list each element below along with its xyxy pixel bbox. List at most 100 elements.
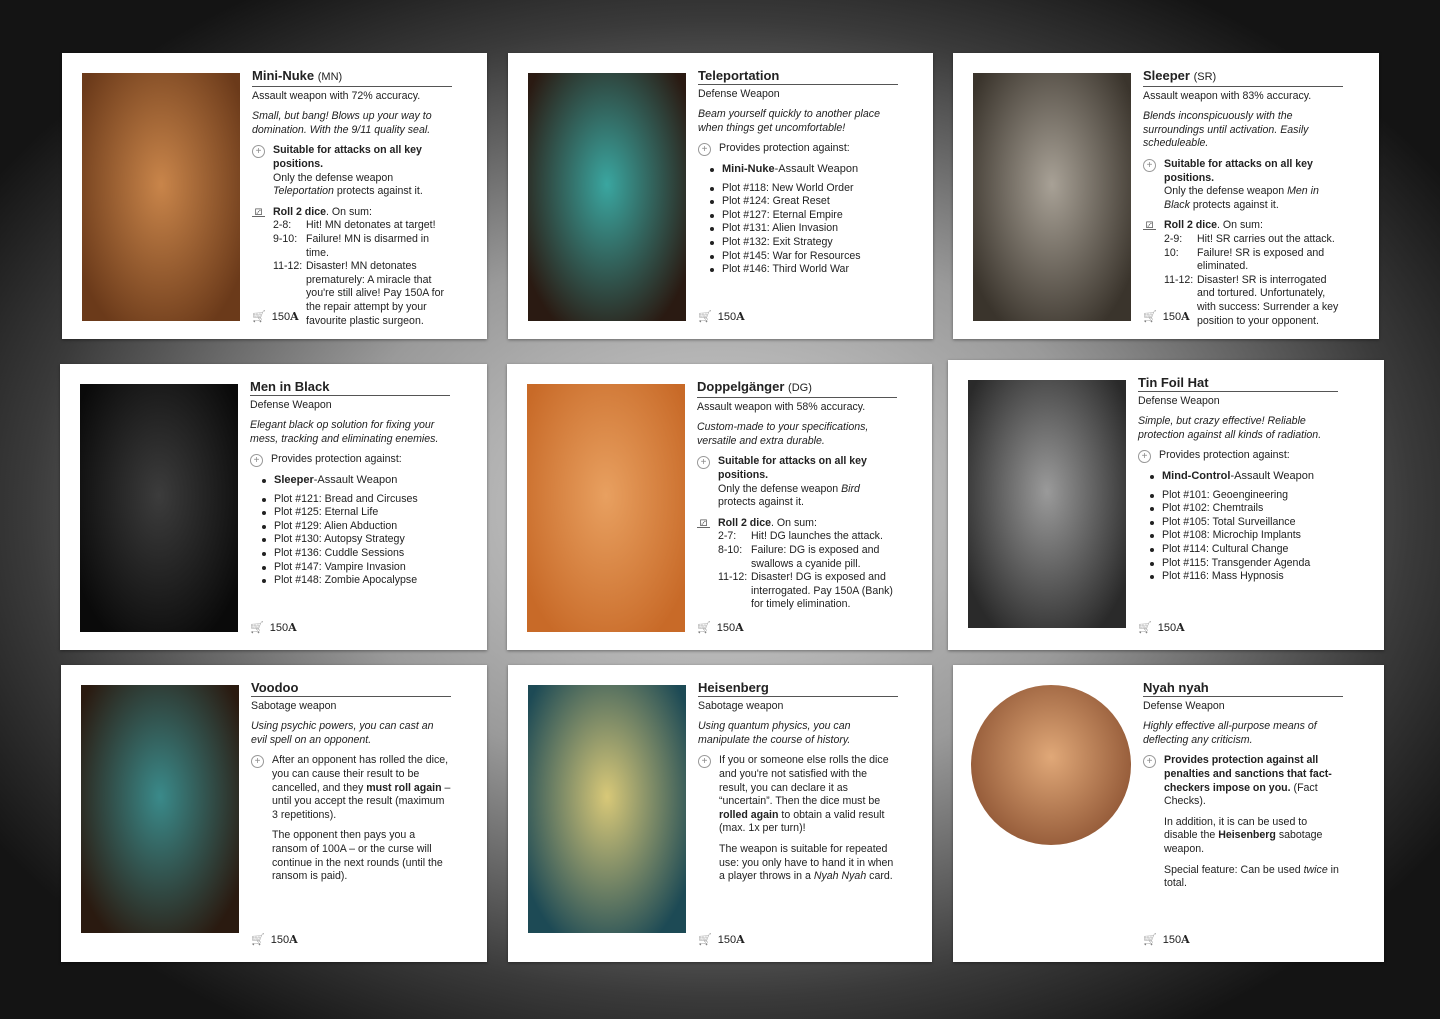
dice-icon: ⚂ xyxy=(252,207,265,217)
roll-range: 10: xyxy=(1164,246,1179,259)
roll-range: 9-10: xyxy=(273,232,298,245)
text-run: rolled again xyxy=(719,808,779,821)
card-text: Nyah nyah Defense Weapon Highly effective … xyxy=(1143,681,1343,898)
currency-symbol: A xyxy=(735,621,744,634)
text-run: Only the defense weapon xyxy=(718,482,842,495)
price-amount: 150 xyxy=(1157,622,1177,634)
attack-line: Only the defense weapon Bird protects ag… xyxy=(718,483,897,510)
card-title: Teleportation xyxy=(698,69,898,85)
card-title: Tin Foil Hat xyxy=(1138,376,1338,392)
text-run: Teleportation xyxy=(273,185,334,198)
plus-circle-icon: + xyxy=(252,145,265,159)
plus-circle-icon: + xyxy=(1138,450,1151,464)
protection-item: Plot #130: Autopsy Strategy xyxy=(262,533,450,547)
roll-outcome: 11-12: Disaster! DG is exposed and interr… xyxy=(718,571,897,612)
attack-line: Suitable for attacks on all key position… xyxy=(718,455,897,482)
protection-section: + Provides protection against: xyxy=(1138,449,1338,464)
attack-line: Suitable for attacks on all key position… xyxy=(1164,158,1343,185)
roll-outcome: 10: Failure! SR is exposed and eliminated… xyxy=(1164,247,1343,274)
effect-paragraph: After an opponent has rolled the dice, y… xyxy=(272,754,451,822)
cart-icon: 🛒 xyxy=(698,934,712,946)
text-run: The opponent then pays you a ransom of 1… xyxy=(272,829,443,883)
roll-outcome: 8-10: Failure: DG is exposed and swallows… xyxy=(718,544,897,571)
card-text: Teleportation Defense Weapon Beam yourself… xyxy=(698,69,898,277)
card-title: Men in Black xyxy=(250,380,450,396)
price-value: 150A xyxy=(272,310,299,323)
text-run: Suitable for attacks on all key position… xyxy=(1164,157,1313,184)
weapon-card[interactable]: Heisenberg Sabotage weapon Using quantum p… xyxy=(508,665,932,962)
weapon-card[interactable]: Men in Black Defense Weapon Elegant black … xyxy=(60,364,487,650)
effect-section: + Provides protection against all penalti… xyxy=(1143,754,1343,890)
card-title: Sleeper (SR) xyxy=(1143,69,1343,87)
protection-item: Plot #116: Mass Hypnosis xyxy=(1150,570,1338,584)
price-value: 150A xyxy=(271,933,298,946)
weapon-card[interactable]: Teleportation Defense Weapon Beam yourself… xyxy=(508,53,933,339)
weapon-card[interactable]: Mini-Nuke (MN) Assault weapon with 72% ac… xyxy=(62,53,487,339)
dice-icon: ⚂ xyxy=(697,518,710,528)
cart-icon: 🛒 xyxy=(251,934,265,946)
card-illustration xyxy=(528,685,686,933)
protection-item: Plot #145: War for Resources xyxy=(710,250,898,264)
attack-section: + Suitable for attacks on all key positio… xyxy=(697,455,897,509)
protection-item: Plot #127: Eternal Empire xyxy=(710,209,898,223)
protection-item: Plot #125: Eternal Life xyxy=(262,506,450,520)
card-illustration xyxy=(527,384,685,632)
attack-section: + Suitable for attacks on all key positio… xyxy=(252,144,452,198)
price-tag: 🛒 150A xyxy=(251,933,298,946)
text-run: card. xyxy=(866,870,893,883)
protection-item: Plot #132: Exit Strategy xyxy=(710,236,898,250)
card-text: Voodoo Sabotage weapon Using psychic power… xyxy=(251,681,451,891)
weapon-card[interactable]: Tin Foil Hat Defense Weapon Simple, but cr… xyxy=(948,360,1384,650)
weapon-type: Defense Weapon xyxy=(250,398,332,411)
effect-paragraph: The weapon is suitable for repeated use:… xyxy=(719,843,898,884)
price-amount: 150 xyxy=(717,311,737,323)
effect-paragraph: If you or someone else rolls the dice an… xyxy=(719,754,898,836)
roll-result: Failure! SR is exposed and eliminated. xyxy=(1197,246,1325,273)
effect-section: + After an opponent has rolled the dice, … xyxy=(251,754,451,883)
price-amount: 150 xyxy=(1162,934,1182,946)
attack-section: + Suitable for attacks on all key positio… xyxy=(1143,158,1343,212)
protection-item: Plot #101: Geoengineering xyxy=(1150,489,1338,503)
roll-lead: Roll 2 dice. On sum: xyxy=(273,206,452,220)
currency-symbol: A xyxy=(289,933,298,946)
roll-result: Hit! SR carries out the attack. xyxy=(1197,232,1335,245)
card-title: Doppelgänger (DG) xyxy=(697,380,897,398)
card-illustration xyxy=(971,685,1131,845)
protection-item: Plot #115: Transgender Agenda xyxy=(1150,557,1338,571)
dice-roll-section: ⚂ Roll 2 dice. On sum: 2-7: Hit! DG launche… xyxy=(697,517,897,612)
card-illustration xyxy=(80,384,238,632)
text-run: protects against it. xyxy=(718,496,804,509)
protection-item-primary: Sleeper-Assault Weapon xyxy=(262,474,450,488)
text-run: Roll 2 dice xyxy=(273,205,326,218)
price-amount: 150 xyxy=(717,934,737,946)
card-text: Tin Foil Hat Defense Weapon Simple, but cr… xyxy=(1138,376,1338,584)
text-run: Suitable for attacks on all key position… xyxy=(273,144,422,170)
price-value: 150A xyxy=(718,933,745,946)
weapon-type: Defense Weapon xyxy=(698,87,780,100)
card-illustration xyxy=(968,380,1126,628)
cart-icon: 🛒 xyxy=(252,311,266,323)
text-run: -Assault Weapon xyxy=(313,473,398,486)
plus-circle-icon: + xyxy=(1143,755,1156,769)
roll-range: 2-9: xyxy=(1164,232,1183,245)
card-tagline: Using quantum physics, you can manipulat… xyxy=(698,720,851,746)
weapon-card[interactable]: Doppelgänger (DG) Assault weapon with 58%… xyxy=(507,364,932,650)
weapon-type: Assault weapon with 83% accuracy. xyxy=(1143,89,1312,102)
card-name: Tin Foil Hat xyxy=(1138,375,1209,390)
protection-list: Mind-Control-Assault Weapon Plot #101: Ge… xyxy=(1138,470,1338,584)
card-title: Mini-Nuke (MN) xyxy=(252,69,452,87)
protection-item: Plot #131: Alien Invasion xyxy=(710,222,898,236)
roll-outcome: 9-10: Failure! MN is disarmed in time. xyxy=(273,233,452,260)
weapon-card[interactable]: Nyah nyah Defense Weapon Highly effective … xyxy=(953,665,1384,962)
roll-result: Failure! MN is disarmed in time. xyxy=(306,232,430,259)
plus-circle-icon: + xyxy=(251,755,264,769)
protection-label: Provides protection against: xyxy=(719,142,850,155)
weapon-card[interactable]: Voodoo Sabotage weapon Using psychic power… xyxy=(61,665,487,962)
price-amount: 150 xyxy=(269,622,289,634)
text-run: Special feature: Can be used xyxy=(1164,863,1304,876)
weapon-card[interactable]: Sleeper (SR) Assault weapon with 83% accu… xyxy=(953,53,1379,339)
price-tag: 🛒 150A xyxy=(697,621,744,634)
roll-result: Failure: DG is exposed and swallows a cy… xyxy=(751,543,880,570)
card-title: Nyah nyah xyxy=(1143,681,1343,697)
text-run: Roll 2 dice xyxy=(1164,219,1217,232)
